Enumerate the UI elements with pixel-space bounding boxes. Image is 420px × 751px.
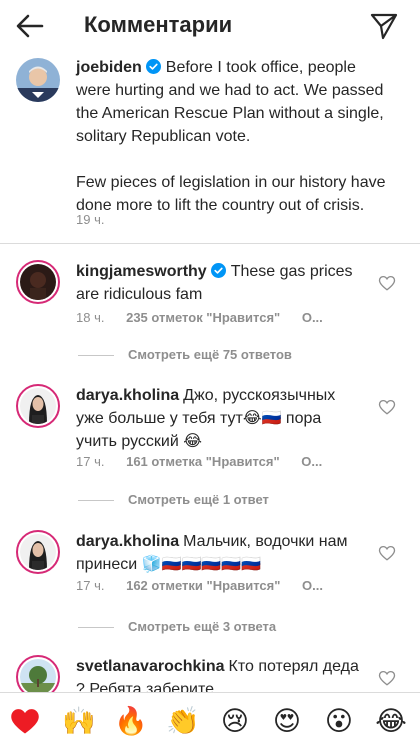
view-replies-button[interactable]: Смотреть ещё 3 ответа bbox=[78, 619, 276, 634]
reply-button[interactable]: О... bbox=[302, 578, 323, 593]
view-replies-label: Смотреть ещё 75 ответов bbox=[128, 347, 292, 362]
raising-hands-emoji[interactable]: 🙌 bbox=[62, 705, 96, 739]
fire-emoji[interactable]: 🔥 bbox=[114, 705, 148, 739]
avatar-image bbox=[16, 58, 60, 102]
comment-likes[interactable]: 161 отметка "Нравится" bbox=[126, 454, 280, 469]
view-replies-button[interactable]: Смотреть ещё 75 ответов bbox=[78, 347, 292, 362]
replies-line bbox=[78, 500, 114, 502]
avatar-joebiden[interactable] bbox=[16, 58, 60, 102]
comment-meta: 18 ч. 235 отметок "Нравится" О... bbox=[76, 310, 341, 325]
avatar-image bbox=[20, 659, 56, 695]
comment-time: 18 ч. bbox=[76, 310, 105, 325]
like-heart-icon[interactable] bbox=[378, 544, 396, 562]
comment-text: kingjamesworthy These gas prices are ridi… bbox=[76, 260, 366, 306]
caption-text: joebiden Before I took office, people wer… bbox=[76, 56, 392, 217]
replies-line bbox=[78, 627, 114, 629]
like-heart-icon[interactable] bbox=[378, 398, 396, 416]
comment-text: darya.kholina Джо, русскоязычных уже боль… bbox=[76, 384, 366, 453]
reply-button[interactable]: О... bbox=[301, 454, 322, 469]
comment-text: darya.kholina Мальчик, водочки нам принес… bbox=[76, 530, 366, 576]
tears-of-joy-emoji[interactable]: 😂 bbox=[374, 705, 408, 739]
send-direct-icon[interactable] bbox=[368, 10, 400, 42]
caption-time: 19 ч. bbox=[76, 212, 105, 227]
like-heart-icon[interactable] bbox=[378, 274, 396, 292]
avatar-darya-kholina[interactable] bbox=[16, 384, 60, 428]
reply-button[interactable]: О... bbox=[302, 310, 323, 325]
view-replies-label: Смотреть ещё 1 ответ bbox=[128, 492, 269, 507]
emoji-reaction-bar: 🙌 🔥 👏 😢 😍 😮 😂 bbox=[0, 692, 420, 751]
avatar-kingjamesworthy[interactable] bbox=[16, 260, 60, 304]
view-replies-label: Смотреть ещё 3 ответа bbox=[128, 619, 277, 634]
comment-time: 17 ч. bbox=[76, 578, 105, 593]
replies-line bbox=[78, 355, 114, 357]
comment-username[interactable]: svetlanavarochkina bbox=[76, 658, 225, 675]
caption-paragraph-2: Few pieces of legislation in our history… bbox=[76, 174, 386, 214]
red-heart-emoji-icon[interactable] bbox=[10, 707, 40, 735]
like-heart-icon[interactable] bbox=[378, 669, 396, 687]
comment-meta: 17 ч. 161 отметка "Нравится" О... bbox=[76, 454, 340, 469]
verified-badge-icon bbox=[145, 59, 161, 74]
comment-username[interactable]: darya.kholina bbox=[76, 533, 179, 550]
view-replies-button[interactable]: Смотреть ещё 1 ответ bbox=[78, 492, 269, 507]
comment-username[interactable]: darya.kholina bbox=[76, 387, 179, 404]
verified-badge-icon bbox=[210, 263, 226, 278]
back-arrow-icon[interactable] bbox=[14, 10, 46, 42]
comment-likes[interactable]: 162 отметки "Нравится" bbox=[126, 578, 280, 593]
divider bbox=[0, 243, 420, 244]
clapping-hands-emoji[interactable]: 👏 bbox=[166, 705, 200, 739]
avatar-image bbox=[20, 264, 56, 300]
crying-face-emoji[interactable]: 😢 bbox=[218, 705, 252, 739]
heart-eyes-emoji[interactable]: 😍 bbox=[270, 705, 304, 739]
comment-meta: 17 ч. 162 отметки "Нравится" О... bbox=[76, 578, 341, 593]
surprised-face-emoji[interactable]: 😮 bbox=[322, 705, 356, 739]
top-bar: Комментарии bbox=[0, 0, 420, 52]
avatar-darya-kholina[interactable] bbox=[16, 530, 60, 574]
page-title: Комментарии bbox=[84, 12, 233, 37]
comment-username[interactable]: kingjamesworthy bbox=[76, 263, 207, 280]
comment-time: 17 ч. bbox=[76, 454, 105, 469]
post-caption: joebiden Before I took office, people wer… bbox=[0, 54, 420, 244]
caption-username[interactable]: joebiden bbox=[76, 59, 142, 76]
avatar-image bbox=[20, 388, 56, 424]
comment-likes[interactable]: 235 отметок "Нравится" bbox=[126, 310, 280, 325]
avatar-image bbox=[20, 534, 56, 570]
